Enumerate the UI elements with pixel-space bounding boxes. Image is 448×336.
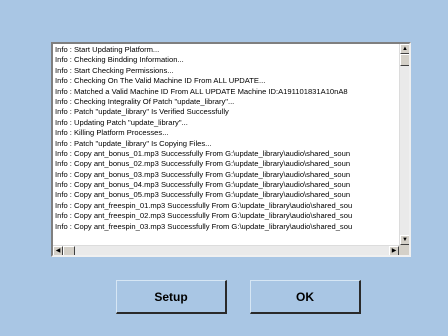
log-line: Info : Killing Platform Processes... (55, 128, 169, 138)
log-line: Info : Patch "update_library" Is Copying… (55, 138, 212, 148)
log-line: Info : Checking Bindding Information... (55, 55, 184, 65)
log-line: Info : Updating Patch "update_library"..… (55, 117, 188, 127)
setup-button[interactable]: Setup (116, 280, 227, 314)
log-panel[interactable]: Info : Start Updating Platform... Info : … (51, 42, 411, 257)
log-line: Info : Copy ant_freespin_01.mp3 Successf… (55, 200, 353, 210)
log-line: Info : Checking On The Valid Machine ID … (55, 76, 266, 86)
scroll-up-icon[interactable]: ▲ (400, 44, 409, 54)
log-line: Info : Copy ant_bonus_03.mp3 Successfull… (55, 169, 351, 179)
vertical-scroll-thumb[interactable] (400, 54, 409, 66)
scroll-right-icon[interactable]: ▶ (389, 246, 399, 255)
horizontal-scrollbar[interactable]: ◀ ▶ (53, 245, 399, 255)
log-line: Info : Copy ant_bonus_02.mp3 Successfull… (55, 159, 351, 169)
scroll-down-icon[interactable]: ▼ (400, 235, 409, 245)
log-line: Info : Checking Integrality Of Patch "up… (55, 96, 235, 106)
scroll-left-icon[interactable]: ◀ (53, 246, 63, 255)
log-line: Info : Start Updating Platform... (55, 45, 160, 54)
horizontal-scroll-thumb[interactable] (63, 246, 75, 255)
log-line: Info : Copy ant_freespin_02.mp3 Successf… (55, 211, 353, 221)
log-line: Info : Matched a Valid Machine ID From A… (55, 86, 348, 96)
log-line: Info : Patch "update_library" Is Verifie… (55, 107, 229, 117)
log-line: Info : Copy ant_bonus_05.mp3 Successfull… (55, 190, 351, 200)
log-line: Info : Copy ant_freespin_03.mp3 Successf… (55, 221, 353, 231)
log-line: Info : Copy ant_bonus_04.mp3 Successfull… (55, 180, 351, 190)
vertical-scrollbar[interactable]: ▲ ▼ (399, 44, 409, 245)
log-line: Info : Start Checking Permissions... (55, 65, 174, 75)
ok-button[interactable]: OK (250, 280, 361, 314)
log-line: Info : Copy ant_bonus_01.mp3 Successfull… (55, 148, 351, 158)
log-list: Info : Start Updating Platform... Info : … (54, 45, 400, 244)
scrollbar-corner (399, 245, 409, 255)
